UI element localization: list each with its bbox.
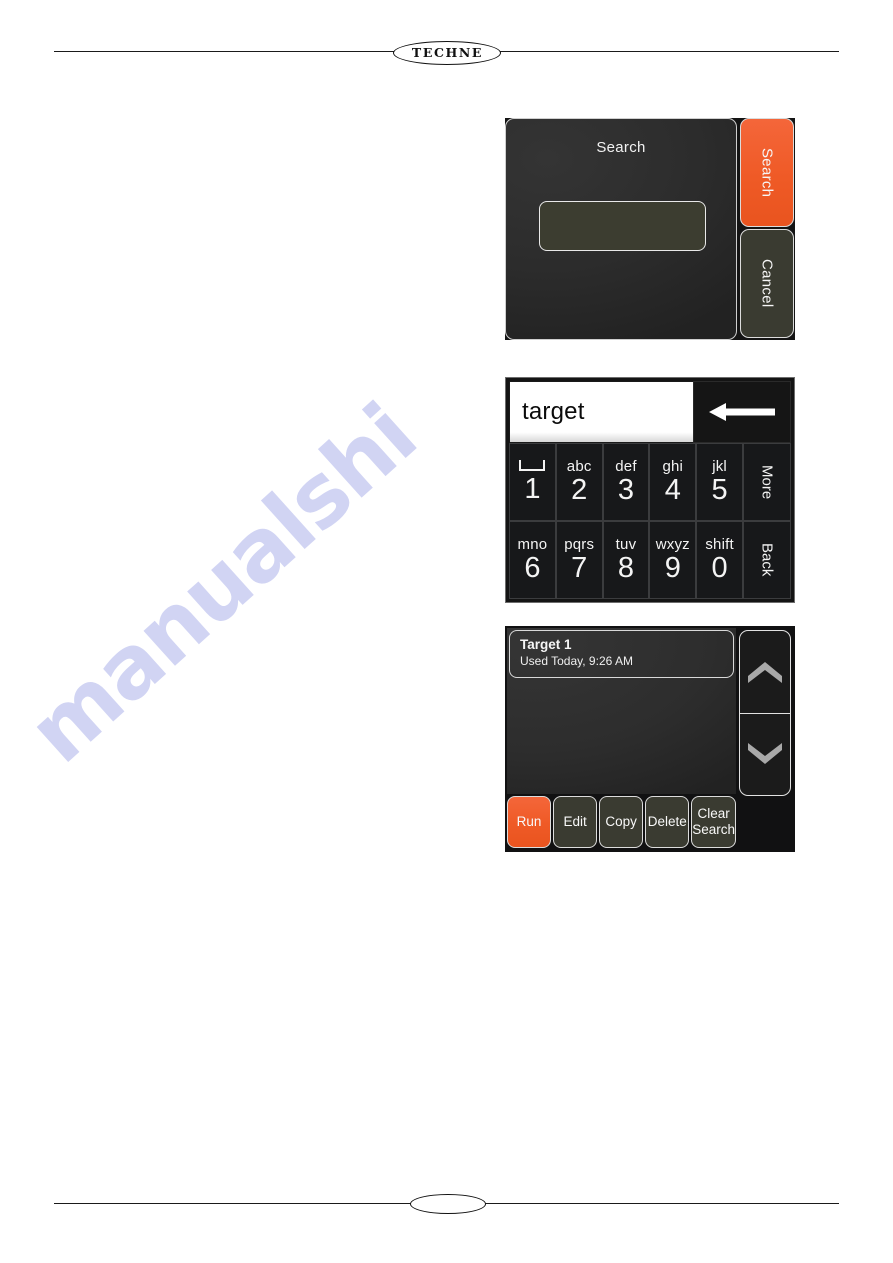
keypad-row-2: mno 6 pqrs 7 tuv 8 wxyz 9 shift 0 Back <box>509 521 791 599</box>
key-6-digit: 6 <box>524 552 541 584</box>
techne-logo: TECHNE <box>393 41 501 65</box>
backspace-button[interactable] <box>693 381 791 443</box>
key-5-letters: jkl <box>712 458 727 475</box>
list-item-subtitle: Used Today, 9:26 AM <box>520 653 633 668</box>
key-7-letters: pqrs <box>564 536 595 553</box>
key-1-digit: 1 <box>524 473 541 505</box>
edit-button[interactable]: Edit <box>553 796 598 848</box>
key-3[interactable]: def 3 <box>602 443 650 521</box>
backspace-arrow-icon <box>709 403 775 421</box>
list-item[interactable]: Target 1 Used Today, 9:26 AM <box>509 630 734 678</box>
keypad-back-button[interactable]: Back <box>742 521 791 599</box>
key-7[interactable]: pqrs 7 <box>555 521 603 599</box>
key-2-digit: 2 <box>571 474 588 506</box>
search-dialog-panel: Search <box>505 118 737 340</box>
key-8-letters: tuv <box>615 536 637 553</box>
key-4-digit: 4 <box>664 474 681 506</box>
keypad-screenshot: target 1 abc 2 def 3 ghi 4 jkl 5 More mn… <box>505 377 795 603</box>
chevron-up-icon <box>748 661 782 683</box>
keypad-keys: 1 abc 2 def 3 ghi 4 jkl 5 More mno 6 pqr… <box>509 443 791 599</box>
page-watermark: manualshi <box>36 386 556 856</box>
run-button[interactable]: Run <box>507 796 552 848</box>
techne-logo-text: TECHNE <box>411 44 484 60</box>
key-5[interactable]: jkl 5 <box>696 443 743 521</box>
key-8-digit: 8 <box>617 552 635 584</box>
list-item-title: Target 1 <box>520 637 572 652</box>
key-4-letters: ghi <box>662 458 684 475</box>
keypad-panel: target 1 abc 2 def 3 ghi 4 jkl 5 More mn… <box>509 381 791 599</box>
delete-button[interactable]: Delete <box>645 796 690 848</box>
results-main-column: Target 1 Used Today, 9:26 AM Run Edit Co… <box>507 628 739 850</box>
spacebar-icon <box>519 460 546 471</box>
key-9[interactable]: wxyz 9 <box>649 521 697 599</box>
key-0[interactable]: shift 0 <box>696 521 743 599</box>
results-list: Target 1 Used Today, 9:26 AM <box>507 628 736 794</box>
results-action-bar: Run Edit Copy Delete Clear Search <box>507 794 737 850</box>
clear-search-button[interactable]: Clear Search <box>691 796 737 848</box>
chevron-down-icon <box>748 743 782 765</box>
keypad-text-display[interactable]: target <box>509 381 693 443</box>
key-5-digit: 5 <box>711 474 728 506</box>
search-input[interactable] <box>539 201 706 251</box>
key-1[interactable]: 1 <box>509 443 556 521</box>
results-scroll-buttons <box>739 630 791 796</box>
key-2[interactable]: abc 2 <box>555 443 603 521</box>
footer-badge <box>410 1194 486 1214</box>
key-8[interactable]: tuv 8 <box>602 521 650 599</box>
key-3-letters: def <box>615 458 637 475</box>
key-9-digit: 9 <box>664 552 681 584</box>
key-4[interactable]: ghi 4 <box>649 443 697 521</box>
key-9-letters: wxyz <box>655 536 690 553</box>
key-0-letters: shift <box>705 536 734 553</box>
search-dialog-side-buttons: Search Cancel <box>737 118 795 340</box>
search-dialog-screenshot: Search Search Cancel <box>505 118 795 340</box>
scroll-down-button[interactable] <box>740 712 790 796</box>
scroll-up-button[interactable] <box>740 631 790 713</box>
keypad-top-row: target <box>509 381 791 443</box>
key-0-digit: 0 <box>711 552 728 584</box>
key-6-letters: mno <box>517 536 548 553</box>
manual-page: TECHNE manualshi Search Search Cancel ta… <box>0 0 893 1263</box>
search-cancel-button[interactable]: Cancel <box>740 229 794 338</box>
search-dialog-title: Search <box>596 139 646 156</box>
keypad-row-1: 1 abc 2 def 3 ghi 4 jkl 5 More <box>509 443 791 521</box>
key-7-digit: 7 <box>571 552 588 584</box>
watermark-text: manualshi <box>36 386 435 783</box>
keypad-more-button[interactable]: More <box>742 443 791 521</box>
key-3-digit: 3 <box>617 474 635 506</box>
key-2-letters: abc <box>566 458 592 475</box>
search-results-screenshot: Target 1 Used Today, 9:26 AM Run Edit Co… <box>505 626 795 852</box>
search-confirm-button[interactable]: Search <box>740 118 794 227</box>
key-6[interactable]: mno 6 <box>509 521 556 599</box>
copy-button[interactable]: Copy <box>599 796 644 848</box>
